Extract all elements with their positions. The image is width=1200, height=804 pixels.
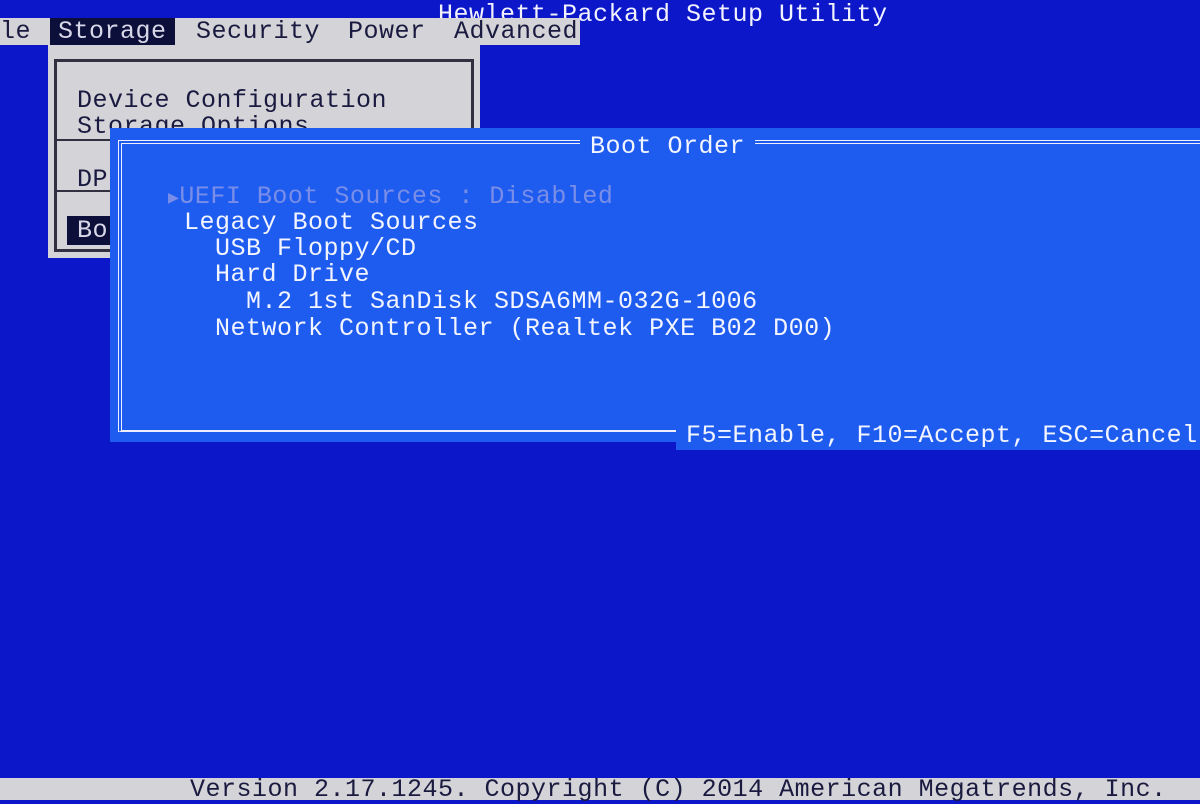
boot-order-dialog: Boot Order ▶UEFI Boot Sources : Disabled…	[110, 128, 1200, 450]
menu-advanced[interactable]: Advanced	[446, 18, 586, 45]
menu-storage[interactable]: Storage	[50, 18, 175, 45]
uefi-boot-sources-row[interactable]: ▶UEFI Boot Sources : Disabled	[168, 182, 613, 211]
status-bar: Version 2.17.1245. Copyright (C) 2014 Am…	[0, 775, 1200, 804]
usb-floppy-cd-row[interactable]: USB Floppy/CD	[215, 234, 417, 263]
menu-item-device-configuration[interactable]: Device Configuration	[77, 86, 387, 115]
hard-drive-row[interactable]: Hard Drive	[215, 260, 370, 289]
menu-power[interactable]: Power	[340, 18, 434, 45]
menu-security[interactable]: Security	[188, 18, 328, 45]
dialog-title: Boot Order	[580, 132, 756, 161]
network-controller-row[interactable]: Network Controller (Realtek PXE B02 D00)	[215, 314, 835, 343]
row-label: UEFI Boot Sources : Disabled	[179, 182, 614, 211]
dialog-key-hints: F5=Enable, F10=Accept, ESC=Cancel	[676, 421, 1200, 450]
menu-bar: le Storage Security Power Advanced	[0, 18, 580, 45]
menu-file[interactable]: le	[0, 18, 39, 45]
legacy-boot-sources-row[interactable]: Legacy Boot Sources	[184, 208, 479, 237]
sandisk-drive-row[interactable]: M.2 1st SanDisk SDSA6MM-032G-1006	[246, 287, 758, 316]
triangle-right-icon: ▶	[168, 189, 180, 209]
